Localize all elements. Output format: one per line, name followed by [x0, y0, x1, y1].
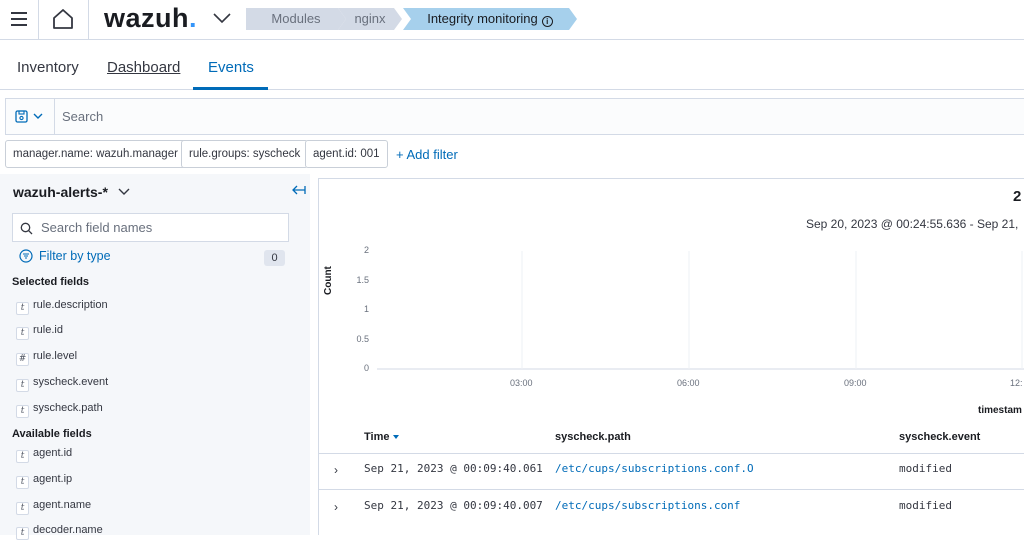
- filter-pill-manager[interactable]: manager.name: wazuh.manager: [5, 140, 186, 168]
- top-header: wazuh. Modules nginx Integrity monitorin…: [0, 0, 1024, 40]
- filter-pill-rule-groups[interactable]: rule.groups: syscheck: [181, 140, 309, 168]
- x-tick-label: 06:00: [677, 378, 700, 388]
- field-sidebar: wazuh-alerts-* Filter by type 0 Selected…: [0, 174, 310, 540]
- filter-by-type-button[interactable]: Filter by type: [19, 249, 111, 263]
- number-type-icon: #: [16, 353, 29, 366]
- y-tick-label: 2: [363, 245, 369, 255]
- expand-row-icon[interactable]: ›: [334, 500, 338, 514]
- index-pattern-selector[interactable]: wazuh-alerts-*: [13, 184, 108, 200]
- string-type-icon: t: [16, 405, 29, 418]
- histogram-chart[interactable]: [319, 179, 1024, 419]
- column-header-event[interactable]: syscheck.event: [899, 431, 980, 443]
- info-icon[interactable]: i: [542, 16, 553, 27]
- add-filter-button[interactable]: + Add filter: [396, 147, 458, 162]
- collapse-sidebar-icon[interactable]: [292, 185, 306, 195]
- field-item[interactable]: t agent.name: [16, 499, 91, 515]
- string-type-icon: t: [16, 302, 29, 315]
- y-tick-label: 0.5: [356, 333, 369, 344]
- cell-path[interactable]: /etc/cups/subscriptions.conf.O: [555, 462, 754, 475]
- menu-icon[interactable]: [11, 12, 27, 26]
- save-icon: [15, 110, 43, 123]
- x-tick-label: 09:00: [844, 378, 867, 388]
- tab-inventory[interactable]: Inventory: [17, 59, 79, 76]
- field-item[interactable]: t rule.id: [16, 324, 63, 340]
- cell-path[interactable]: /etc/cups/subscriptions.conf: [555, 499, 740, 512]
- field-item[interactable]: t rule.description: [16, 299, 108, 315]
- string-type-icon: t: [16, 379, 29, 392]
- field-item[interactable]: t syscheck.event: [16, 376, 108, 392]
- field-item[interactable]: t decoder.name: [16, 524, 103, 540]
- column-header-path[interactable]: syscheck.path: [555, 431, 631, 443]
- divider: [319, 453, 1024, 454]
- filter-icon: [19, 249, 33, 263]
- home-icon[interactable]: [52, 8, 74, 30]
- breadcrumb-integrity-monitoring: Integrity monitoring i: [403, 8, 577, 30]
- string-type-icon: t: [16, 476, 29, 489]
- saved-query-button[interactable]: [6, 99, 55, 134]
- x-tick-label: 12:: [1010, 378, 1023, 388]
- expand-row-icon[interactable]: ›: [334, 463, 338, 477]
- search-input[interactable]: [56, 99, 956, 134]
- available-fields-title: Available fields: [12, 428, 92, 440]
- cell-event: modified: [899, 462, 952, 475]
- string-type-icon: t: [16, 502, 29, 515]
- breadcrumb-modules[interactable]: Modules: [246, 8, 346, 30]
- cell-event: modified: [899, 499, 952, 512]
- header-divider: [38, 0, 39, 39]
- chevron-down-icon[interactable]: [118, 188, 130, 196]
- chevron-down-icon[interactable]: [213, 12, 231, 24]
- wazuh-logo[interactable]: wazuh.: [104, 3, 197, 34]
- divider: [319, 489, 1024, 490]
- field-item[interactable]: t agent.id: [16, 447, 72, 463]
- header-divider: [88, 0, 89, 39]
- cell-time: Sep 21, 2023 @ 00:09:40.061: [364, 462, 543, 475]
- breadcrumb-nginx[interactable]: nginx: [338, 8, 402, 30]
- search-icon: [20, 222, 33, 235]
- field-search-box: [12, 213, 289, 242]
- filter-count-badge: 0: [264, 250, 285, 266]
- tab-events[interactable]: Events: [208, 59, 254, 76]
- x-axis-label: timestam: [978, 405, 1022, 416]
- selected-fields-title: Selected fields: [12, 276, 90, 288]
- y-tick-label: 1.5: [356, 274, 369, 285]
- string-type-icon: t: [16, 327, 29, 340]
- string-type-icon: t: [16, 527, 29, 540]
- query-bar: [5, 98, 1024, 135]
- x-tick-label: 03:00: [510, 378, 533, 388]
- field-search-input[interactable]: [41, 214, 281, 241]
- tab-active-indicator: [193, 87, 268, 90]
- column-header-time[interactable]: Time: [364, 431, 400, 443]
- field-item[interactable]: t syscheck.path: [16, 402, 103, 418]
- module-tabs: Inventory Dashboard Events: [0, 41, 1024, 90]
- cell-time: Sep 21, 2023 @ 00:09:40.007: [364, 499, 543, 512]
- discover-main-panel: 2 Sep 20, 2023 @ 00:24:55.636 - Sep 21, …: [318, 178, 1024, 535]
- filter-pill-agent-id[interactable]: agent.id: 001: [305, 140, 388, 168]
- y-tick-label: 0: [363, 363, 369, 373]
- y-axis-label: Count: [323, 266, 334, 295]
- tab-dashboard[interactable]: Dashboard: [107, 59, 180, 76]
- y-tick-label: 1: [363, 304, 369, 314]
- field-item[interactable]: t agent.ip: [16, 473, 72, 489]
- field-item[interactable]: # rule.level: [16, 350, 77, 366]
- string-type-icon: t: [16, 450, 29, 463]
- sort-desc-icon: [393, 435, 400, 439]
